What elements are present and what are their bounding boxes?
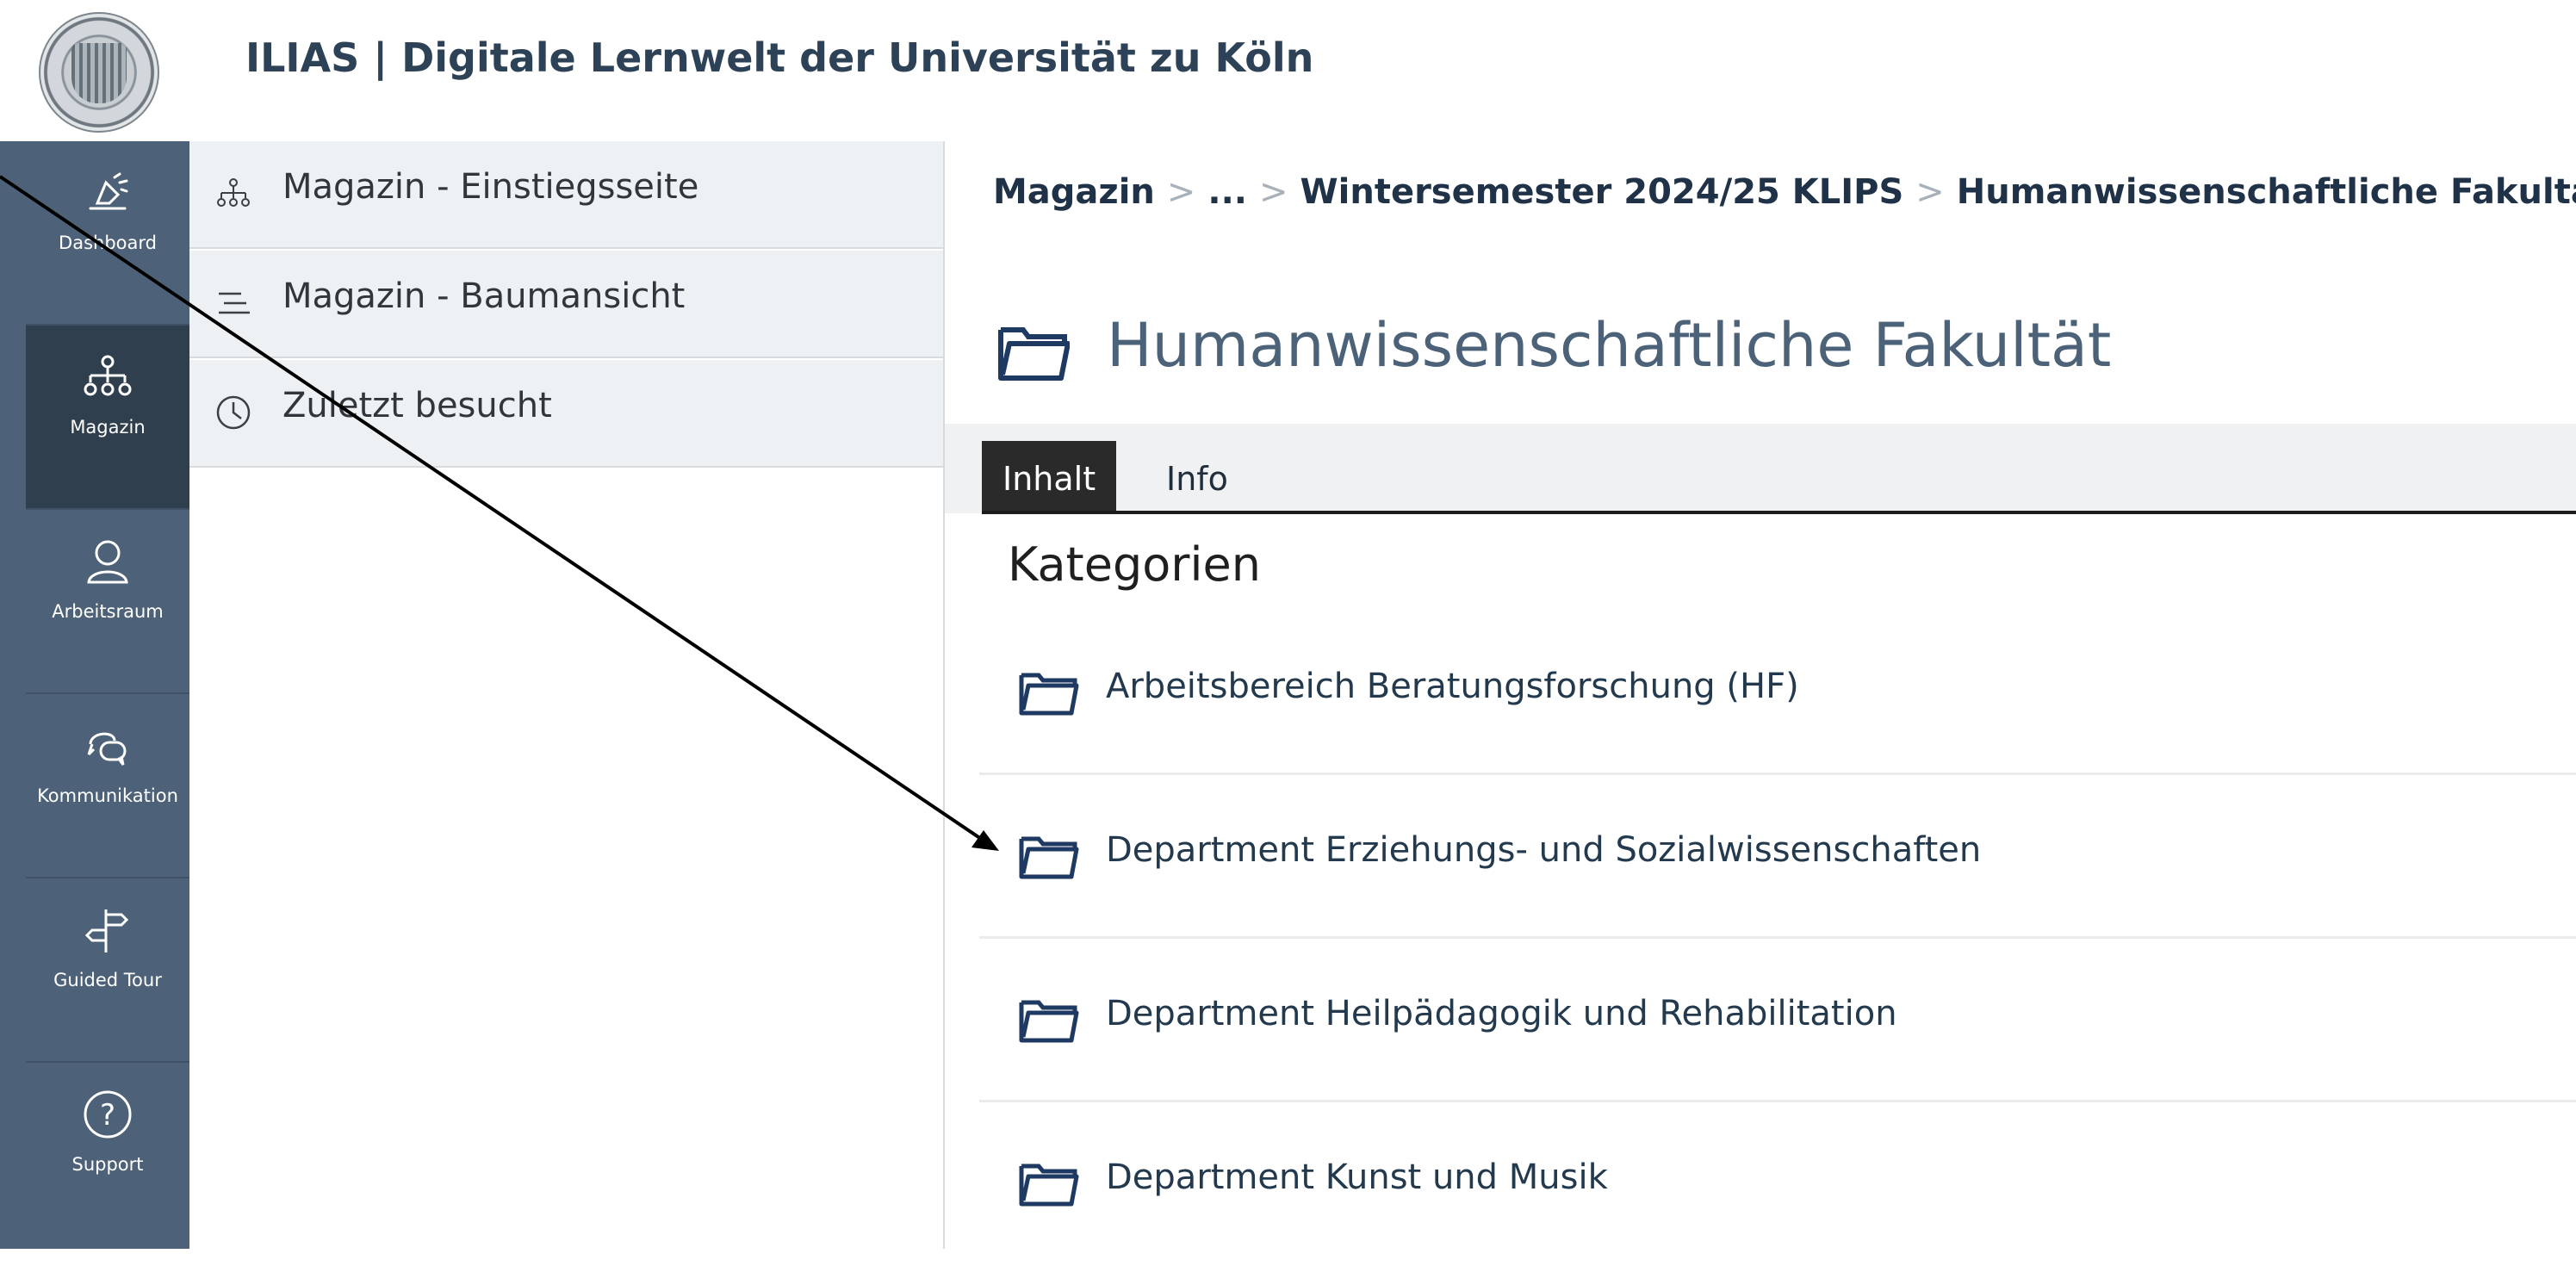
folder-icon	[1019, 1000, 1079, 1043]
mainbar-item-arbeitsraum[interactable]: Arbeitsraum	[26, 510, 189, 694]
slate-item-label: Zuletzt besucht	[282, 386, 552, 425]
folder-icon	[1019, 673, 1079, 716]
tab-info[interactable]: Info	[1145, 441, 1249, 512]
site-title[interactable]: ILIAS | Digitale Lernwelt der Universitä…	[245, 34, 1313, 81]
slate-item-einstiegsseite[interactable]: Magazin - Einstiegsseite	[189, 141, 943, 249]
slate-panel: Magazin - Einstiegsseite Magazin - Bauma…	[189, 141, 1089, 1249]
list-item[interactable]: Department Kunst und Musik	[979, 1104, 2576, 1266]
category-link[interactable]: Arbeitsbereich Beratungsforschung (HF)	[1106, 667, 1799, 706]
mainbar-label: Support	[71, 1154, 144, 1175]
tabs-underline	[982, 511, 2576, 514]
breadcrumb-separator: >	[1259, 172, 1288, 212]
slate-item-label: Magazin - Baumansicht	[282, 276, 686, 316]
clock-icon	[216, 395, 251, 430]
mainbar-item-dashboard[interactable]: Dashboard	[26, 141, 189, 326]
page-title: Humanwissenschaftliche Fakultät	[1107, 310, 2112, 381]
user-icon	[87, 540, 128, 584]
mainbar-label: Kommunikation	[37, 785, 178, 806]
mainbar-item-kommunikation[interactable]: Kommunikation	[26, 694, 189, 878]
mainbar-item-support[interactable]: ? Support	[26, 1063, 189, 1247]
main-bar: Dashboard Magazin Arbeitsraum Kommunikat…	[0, 141, 189, 1249]
breadcrumb: Magazin >... > Wintersemester 2024/25 KLIPS…	[993, 172, 2576, 212]
slate-item-zuletzt-besucht[interactable]: Zuletzt besucht	[189, 360, 1089, 468]
breadcrumb-item[interactable]: Magazin	[993, 172, 1155, 212]
breadcrumb-item[interactable]: Wintersemester 2024/25 KLIPS	[1300, 172, 1904, 212]
magazin-icon	[84, 355, 132, 396]
slate-item-label: Magazin - Einstiegsseite	[282, 167, 699, 207]
header: ILIAS | Digitale Lernwelt der Universitä…	[0, 0, 2576, 141]
mainbar-item-guided-tour[interactable]: Guided Tour	[26, 878, 189, 1063]
mainbar-label: Arbeitsraum	[52, 601, 164, 622]
folder-icon	[1019, 1164, 1079, 1207]
breadcrumb-separator: >	[1915, 172, 1945, 212]
folder-icon	[1019, 836, 1079, 879]
mainbar-label: Dashboard	[59, 233, 157, 253]
mainbar-item-magazin[interactable]: Magazin	[26, 326, 189, 510]
svg-text:?: ?	[100, 1098, 115, 1133]
mainbar-label: Guided Tour	[53, 970, 162, 990]
dashboard-icon	[89, 172, 128, 210]
list-item[interactable]: Arbeitsbereich Beratungsforschung (HF)	[979, 613, 2576, 775]
breadcrumb-separator: >	[1166, 172, 1196, 212]
tree-list-icon	[219, 292, 250, 314]
breadcrumb-item[interactable]: Humanwissenschaftliche Fakultät	[1957, 172, 2576, 212]
breadcrumb-item[interactable]: ...	[1207, 172, 1247, 212]
tab-inhalt[interactable]: Inhalt	[982, 441, 1117, 512]
signpost-icon	[84, 909, 129, 953]
category-link[interactable]: Department Erziehungs- und Sozialwissens…	[1106, 830, 1981, 870]
list-item[interactable]: Department Heilpädagogik und Rehabilitat…	[979, 940, 2576, 1102]
slate-item-baumansicht[interactable]: Magazin - Baumansicht	[189, 251, 1089, 358]
category-link[interactable]: Department Kunst und Musik	[1106, 1157, 1608, 1197]
category-folder-icon	[998, 327, 1070, 381]
category-link[interactable]: Department Heilpädagogik und Rehabilitat…	[1106, 994, 1897, 1033]
seal-emblem	[71, 43, 127, 103]
list-item[interactable]: Department Erziehungs- und Sozialwissens…	[979, 777, 2576, 939]
help-icon: ?	[84, 1090, 132, 1139]
section-title: Kategorien	[1008, 537, 1261, 592]
mainbar-label: Magazin	[70, 417, 146, 438]
sitemap-icon	[217, 178, 250, 207]
chat-icon	[87, 732, 127, 766]
